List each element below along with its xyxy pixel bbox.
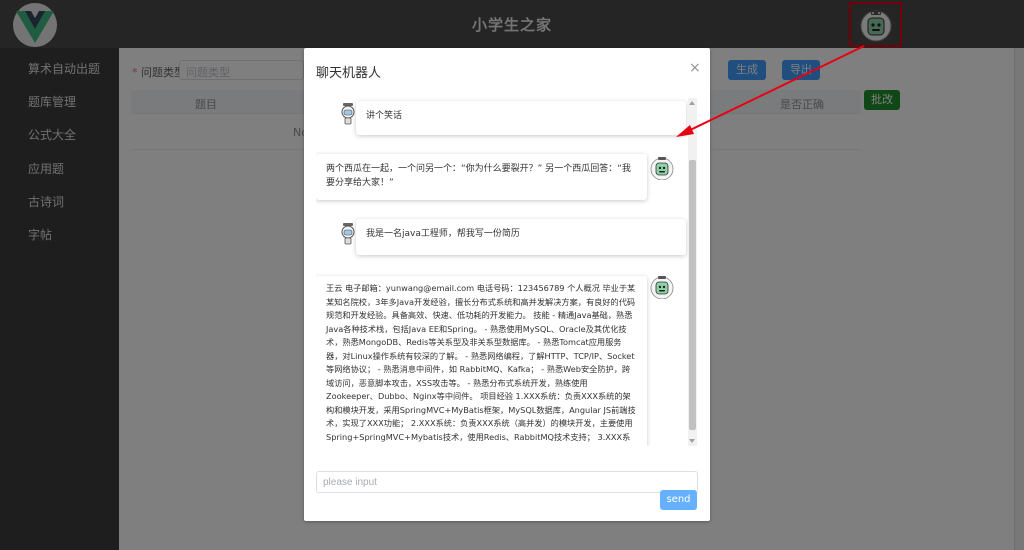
- chat-message-bot: 两个西瓜在一起，一个问另一个：“你为什么要裂开？” 另一个西瓜回答：“我要分享给…: [316, 154, 647, 200]
- chat-message-bot: 王云 电子邮箱：yunwang@email.com 电话号码：123456789…: [316, 276, 647, 446]
- scroll-up-icon[interactable]: [689, 101, 695, 105]
- chat-history[interactable]: 讲个笑话 两个西瓜在一起，一个问另一个：“你为什么要裂开？” 另一个西瓜回答：“…: [316, 98, 698, 446]
- message-text: 两个西瓜在一起，一个问另一个：“你为什么要裂开？” 另一个西瓜回答：“我要分享给…: [326, 164, 631, 189]
- chat-input[interactable]: [316, 471, 698, 493]
- chat-scrollbar[interactable]: [688, 98, 697, 446]
- robot-icon: [650, 276, 674, 299]
- send-button[interactable]: send: [660, 490, 697, 510]
- message-text: 我是一名java工程师，帮我写一份简历: [366, 229, 520, 239]
- chat-message-user: 我是一名java工程师，帮我写一份简历: [356, 219, 686, 255]
- message-text: 王云 电子邮箱：yunwang@email.com 电话号码：123456789…: [326, 283, 636, 446]
- message-text: 讲个笑话: [366, 111, 403, 121]
- dialog-title: 聊天机器人: [316, 66, 382, 81]
- close-icon[interactable]: ×: [689, 60, 701, 76]
- chatbot-dialog: 聊天机器人 × 讲个笑话 两个西瓜在一起，一个问另一个：“你为什么要裂开？” 另…: [304, 48, 710, 521]
- scroll-down-icon[interactable]: [689, 439, 695, 443]
- robot-icon: [650, 157, 674, 180]
- chat-message-user: 讲个笑话: [356, 101, 686, 135]
- chat-scroll-thumb[interactable]: [689, 160, 696, 430]
